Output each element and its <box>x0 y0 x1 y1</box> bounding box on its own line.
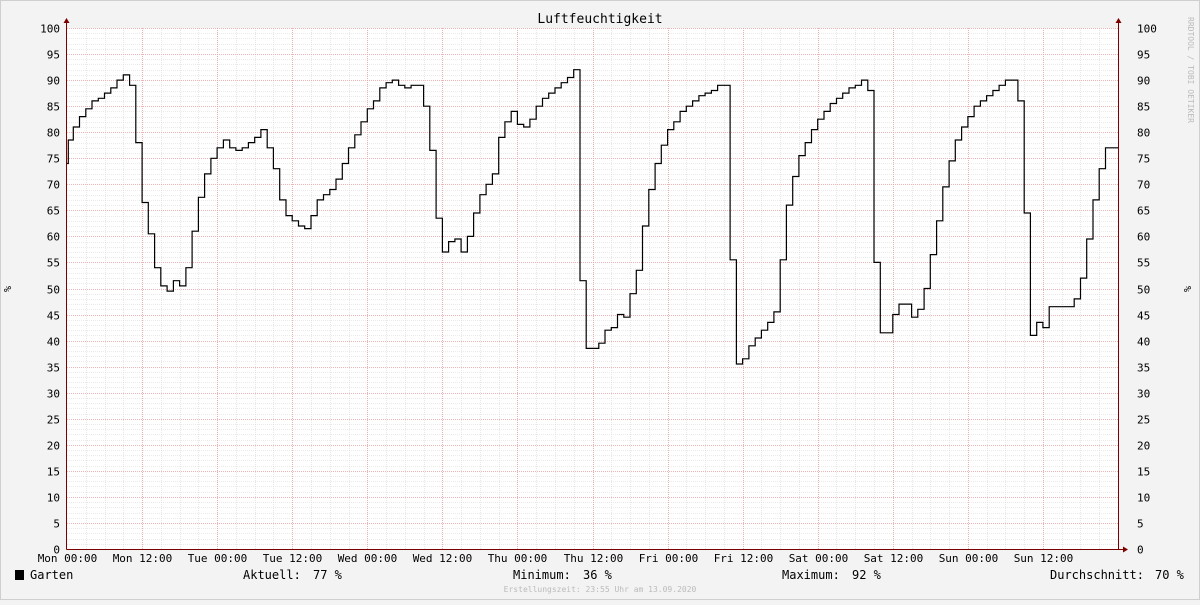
y-tick-label-left: 80 <box>47 127 60 140</box>
y-tick-label-right: 90 <box>1137 75 1150 88</box>
y-tick-label-left: 100 <box>40 23 60 36</box>
legend-current-value: 77 % <box>313 568 343 582</box>
x-axis-arrow <box>1123 546 1128 553</box>
y-tick-label-right: 50 <box>1137 284 1150 297</box>
y-tick-label-right: 95 <box>1137 49 1150 62</box>
plot-canvas <box>67 28 1118 549</box>
y-tick-label-left: 20 <box>47 440 60 453</box>
x-tick-label: Mon 12:00 <box>113 552 173 565</box>
y-tick-label-left: 30 <box>47 388 60 401</box>
y-tick-label-left: 65 <box>47 205 60 218</box>
x-tick-label: Fri 00:00 <box>639 552 699 565</box>
y-axis-label-left: % <box>3 286 14 292</box>
y-axis-label-right: % <box>1183 286 1194 292</box>
y-tick-label-right: 75 <box>1137 153 1150 166</box>
y-tick-label-left: 90 <box>47 75 60 88</box>
y-tick-label-left: 60 <box>47 231 60 244</box>
y-tick-label-right: 5 <box>1137 518 1144 531</box>
y-tick-label-left: 25 <box>47 414 60 427</box>
legend-series-name: Garten <box>30 568 73 582</box>
legend-max-value: 92 % <box>852 568 882 582</box>
legend-current-label: Aktuell: <box>243 568 301 582</box>
y-tick-label-left: 35 <box>47 362 60 375</box>
chart-title: Luftfeuchtigkeit <box>537 12 662 27</box>
y-tick-label-left: 5 <box>53 518 60 531</box>
rrd-graph: 0 0 5 5 10 10 15 15 20 20 25 25 30 30 35 35 40 40 45 45 50 50… <box>0 0 1200 600</box>
y-tick-label-left: 75 <box>47 153 60 166</box>
y-tick-label-left: 70 <box>47 179 60 192</box>
y-tick-label-left: 95 <box>47 49 60 62</box>
humidity-chart: 0 05 510 1015 1520 2025 2530 3035 3540 4045 4550 50… <box>0 0 1200 600</box>
y-axis-right-arrow <box>1115 18 1122 23</box>
y-tick-label-right: 100 <box>1137 23 1157 36</box>
x-tick-label: Thu 00:00 <box>488 552 548 565</box>
y-tick-label-left: 10 <box>47 492 60 505</box>
x-tick-label: Mon 00:00 <box>38 552 98 565</box>
x-tick-label: Sat 12:00 <box>864 552 924 565</box>
legend-min-label: Minimum: <box>513 568 571 582</box>
legend-avg-label: Durchschnitt: <box>1050 568 1144 582</box>
y-tick-label-right: 40 <box>1137 336 1150 349</box>
y-axis-left-arrow <box>63 18 70 23</box>
legend-swatch-garten <box>15 570 24 580</box>
x-tick-label: Thu 12:00 <box>564 552 624 565</box>
x-tick-label: Fri 12:00 <box>714 552 774 565</box>
y-tick-label-left: 40 <box>47 336 60 349</box>
x-tick-label: Tue 12:00 <box>263 552 323 565</box>
y-tick-label-left: 50 <box>47 284 60 297</box>
y-tick-label-right: 55 <box>1137 257 1150 270</box>
rrdtool-watermark: RRDTOOL / TOBI OETIKER <box>1186 17 1195 123</box>
legend-max-label: Maximum: <box>782 568 840 582</box>
y-tick-label-right: 35 <box>1137 362 1150 375</box>
y-tick-label-right: 15 <box>1137 466 1150 479</box>
y-tick-label-right: 0 <box>1137 544 1144 557</box>
y-tick-label-right: 10 <box>1137 492 1150 505</box>
y-tick-label-right: 45 <box>1137 310 1150 323</box>
y-tick-label-left: 85 <box>47 101 60 114</box>
y-tick-label-right: 70 <box>1137 179 1150 192</box>
legend-min-value: 36 % <box>583 568 613 582</box>
y-tick-label-left: 15 <box>47 466 60 479</box>
x-tick-label: Tue 00:00 <box>188 552 248 565</box>
x-tick-label: Wed 12:00 <box>413 552 473 565</box>
y-tick-label-right: 30 <box>1137 388 1150 401</box>
y-tick-label-right: 25 <box>1137 414 1150 427</box>
y-tick-label-right: 65 <box>1137 205 1150 218</box>
creation-timestamp: Erstellungszeit: 23:55 Uhr am 13.09.2020 <box>504 585 697 594</box>
y-tick-label-right: 60 <box>1137 231 1150 244</box>
y-tick-label-right: 80 <box>1137 127 1150 140</box>
x-tick-label: Wed 00:00 <box>338 552 398 565</box>
y-tick-label-left: 45 <box>47 310 60 323</box>
x-tick-label: Sun 00:00 <box>939 552 999 565</box>
legend-avg-value: 70 % <box>1155 568 1185 582</box>
y-tick-label-right: 20 <box>1137 440 1150 453</box>
y-tick-label-right: 85 <box>1137 101 1150 114</box>
x-tick-label: Sun 12:00 <box>1014 552 1074 565</box>
x-tick-label: Sat 00:00 <box>789 552 849 565</box>
y-tick-label-left: 55 <box>47 257 60 270</box>
